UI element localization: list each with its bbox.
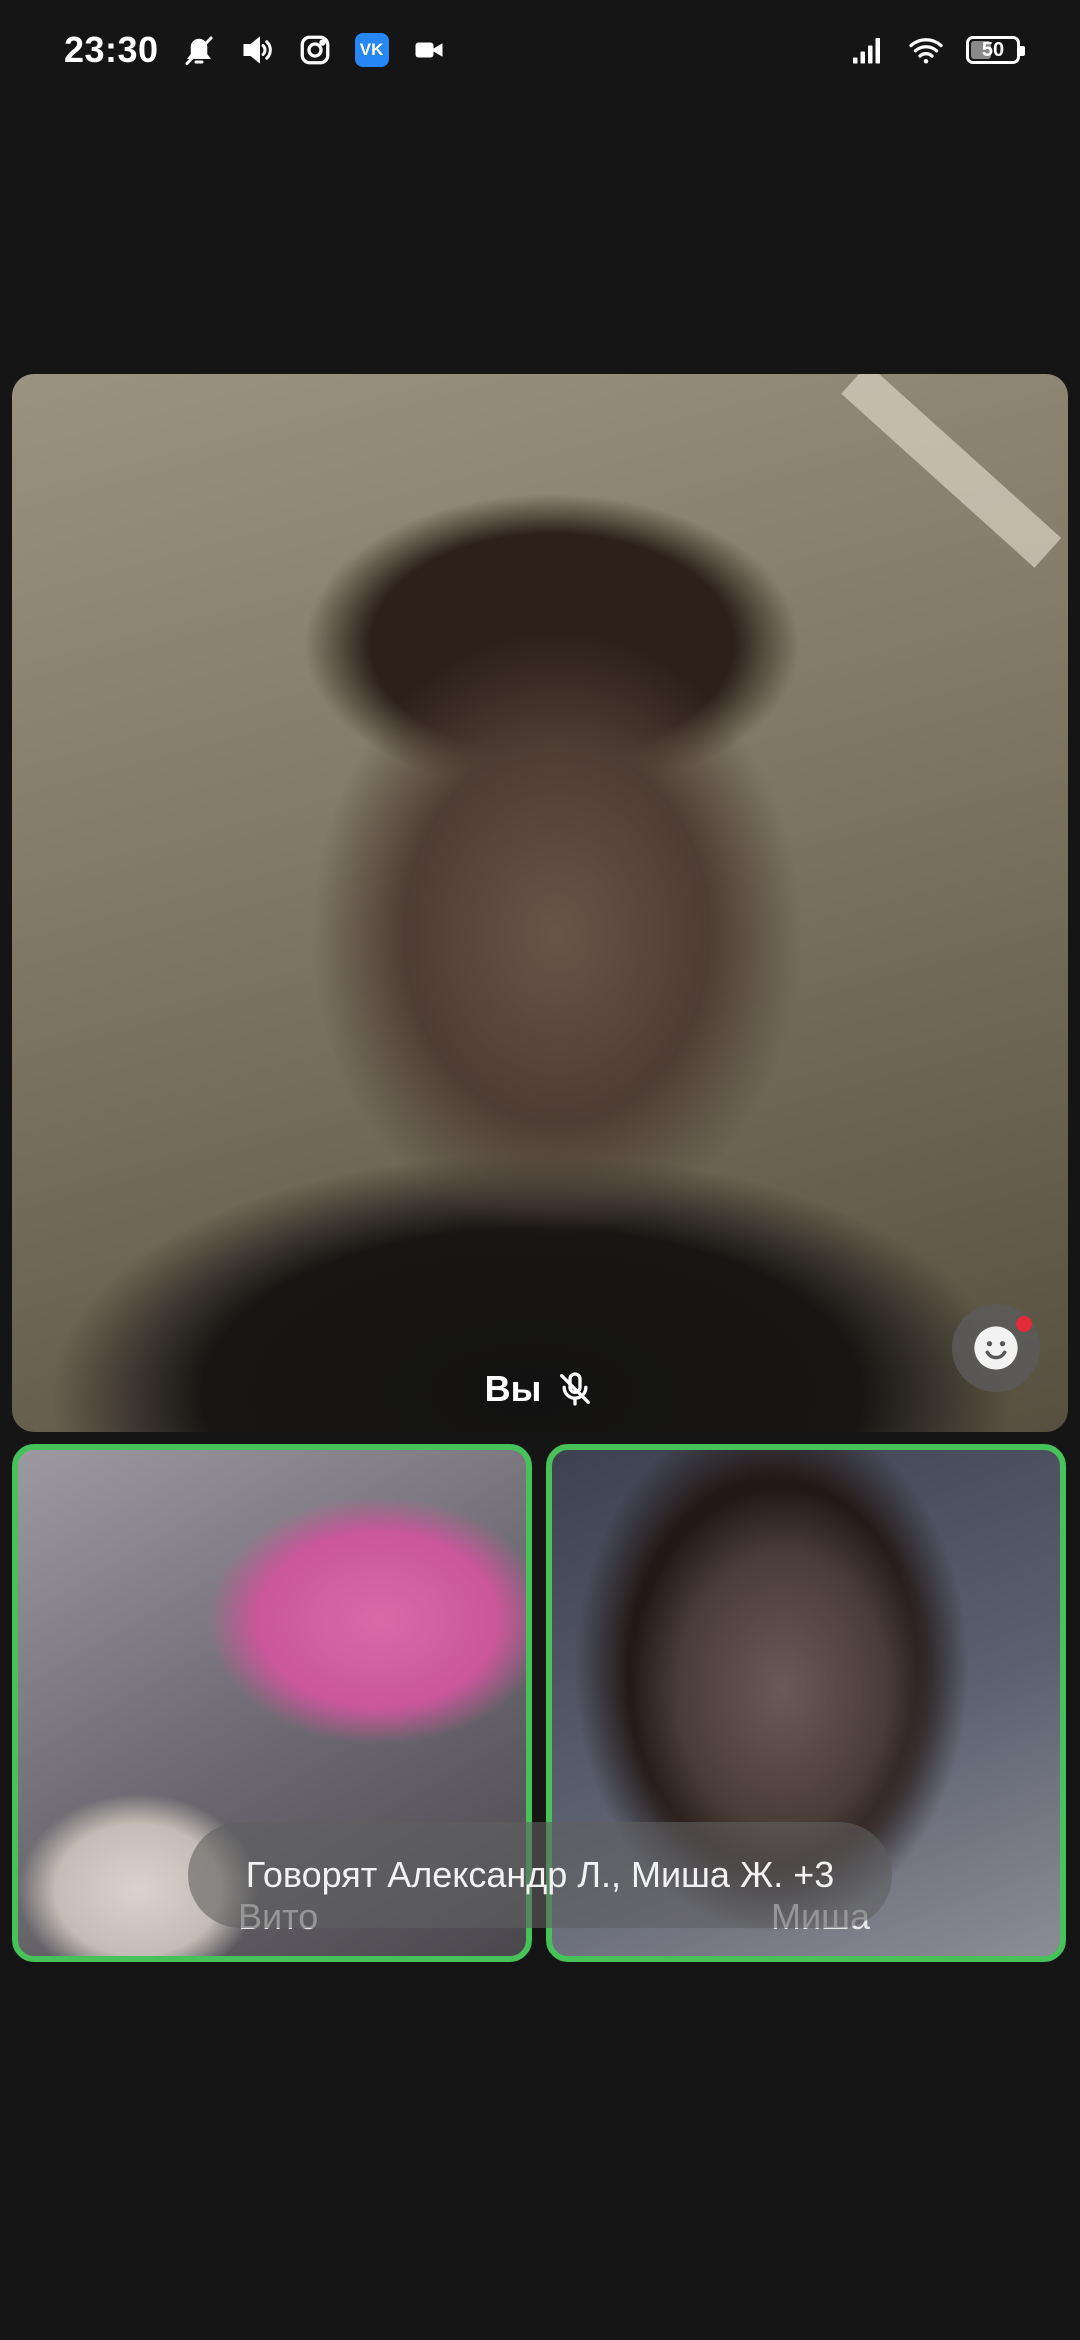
video-background-detail [841, 374, 1062, 568]
self-name: Вы [484, 1368, 542, 1409]
speaking-banner: Говорят Александр Л., Миша Ж. +3 [188, 1822, 892, 1928]
self-video-tile[interactable]: Вы [12, 374, 1068, 1432]
video-camera-icon [411, 32, 447, 68]
volume-icon [239, 32, 275, 68]
instagram-icon [297, 32, 333, 68]
reaction-button[interactable] [952, 1304, 1040, 1392]
battery-level: 50 [981, 38, 1005, 61]
battery-icon: 50 [966, 36, 1025, 64]
vk-icon: VK [354, 33, 389, 67]
status-bar: 23:30 VK 50 [0, 0, 1080, 100]
signal-icon [850, 32, 886, 68]
notification-dot [1016, 1316, 1032, 1332]
status-time: 23:30 [64, 29, 159, 70]
wifi-icon [908, 32, 944, 68]
status-right: 50 [850, 32, 1025, 68]
bell-muted-icon [181, 32, 217, 68]
self-tile-label: Вы [12, 1368, 1068, 1410]
smiley-icon [974, 1326, 1018, 1370]
mic-off-icon [555, 1369, 595, 1409]
status-left: 23:30 VK [64, 29, 447, 71]
